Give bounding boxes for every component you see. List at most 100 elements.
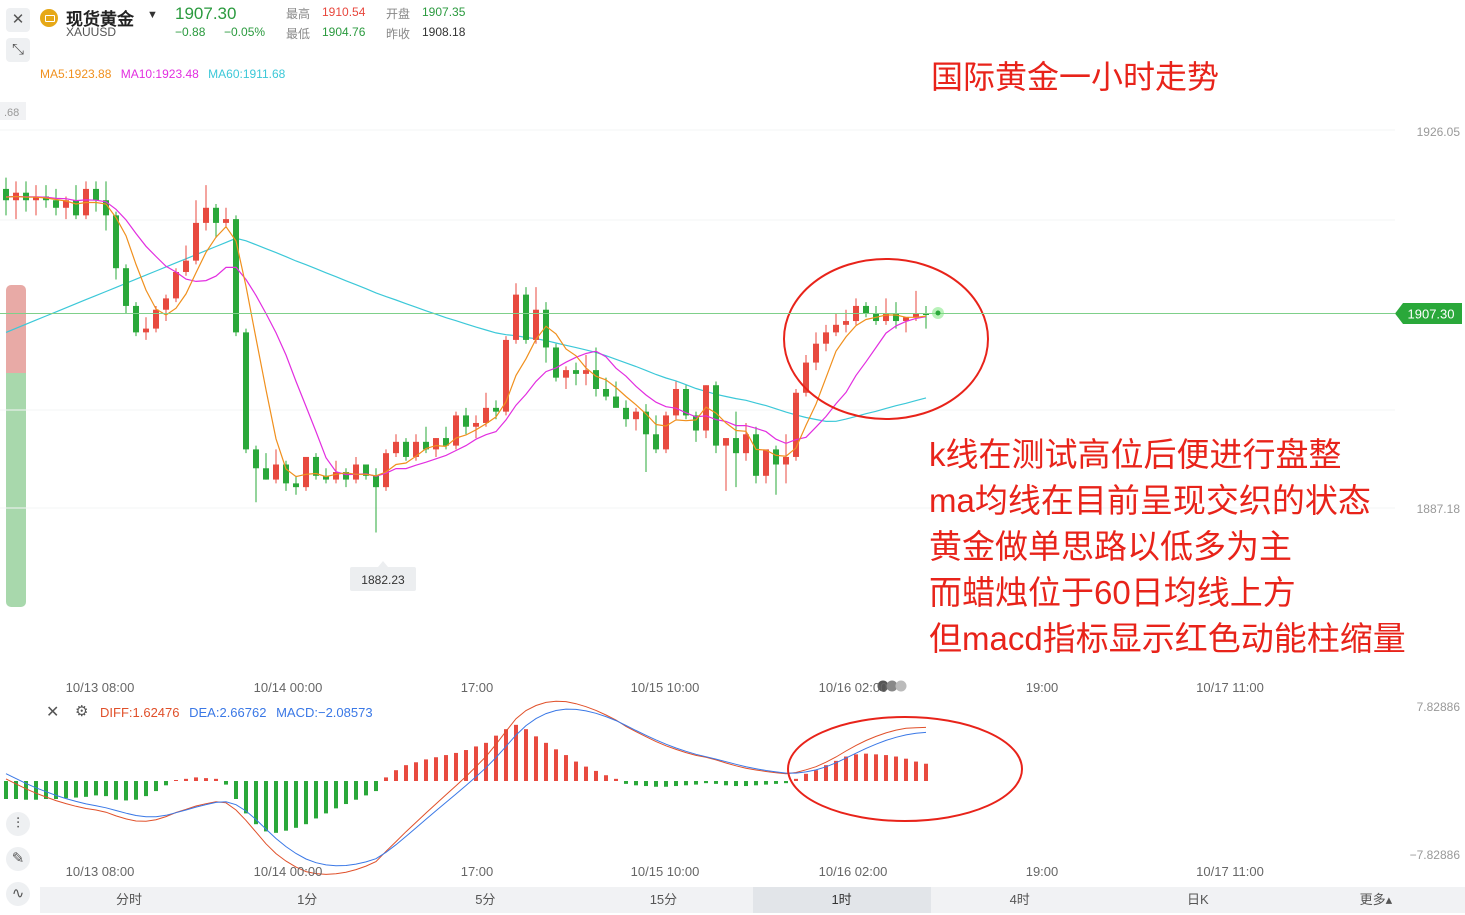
time-label-main: 10/15 10:00 [631, 680, 700, 695]
candle-body [373, 475, 379, 488]
time-label-macd: 17:00 [461, 864, 494, 879]
candle-body [583, 370, 589, 374]
macd-hist-bar [574, 761, 578, 781]
annotation-line-4: 而蜡烛位于60日均线上方 [929, 574, 1296, 611]
macd-hist-bar [164, 781, 168, 786]
macd-hist-bar [314, 781, 318, 819]
time-label-main: 10/14 00:00 [254, 680, 323, 695]
tab-1min[interactable]: 1分 [218, 887, 396, 913]
candle-body [403, 441, 409, 457]
macd-diff: DIFF:1.62476 [100, 705, 180, 720]
settings-icon[interactable]: ⚙ [75, 702, 88, 720]
macd-hist-bar [784, 781, 788, 784]
macd-hist-bar [874, 754, 878, 781]
macd-hist-bar [364, 781, 368, 796]
left-axis-partial: .68 [4, 107, 19, 119]
macd-hist-bar [674, 781, 678, 787]
macd-hist-bar [764, 781, 768, 785]
candle-body [153, 309, 159, 329]
macd-hist-bar [854, 754, 858, 781]
time-label-main: 10/17 11:00 [1196, 680, 1264, 695]
candle-body [603, 388, 609, 397]
candle-body [523, 294, 529, 340]
time-label-macd: 10/14 00:00 [254, 864, 323, 879]
macd-hist-bar [534, 736, 538, 781]
highlight-circle-price [783, 258, 989, 420]
macd-hist-bar [444, 755, 448, 781]
tab-5min[interactable]: 5分 [396, 887, 574, 913]
tab-more[interactable]: 更多▴ [1287, 887, 1465, 913]
macd-hist-bar [794, 778, 798, 781]
macd-hist-bar [554, 749, 558, 781]
tab-timeline[interactable]: 分时 [40, 887, 218, 913]
macd-hist-bar [884, 755, 888, 781]
macd-hist-bar [424, 759, 428, 781]
candles-icon[interactable]: ⫶ [6, 812, 30, 836]
macd-hist-bar [224, 781, 228, 785]
macd-legend: DIFF:1.62476 DEA:2.66762 MACD:−2.08573 [100, 705, 373, 720]
close-indicator-icon[interactable]: ✕ [46, 702, 59, 722]
tab-15min[interactable]: 15分 [574, 887, 752, 913]
macd-hist-bar [894, 756, 898, 781]
macd-hist-bar [734, 781, 738, 787]
annotation-line-5: 但macd指标显示红色动能柱缩量 [929, 620, 1406, 657]
candle-body [843, 321, 849, 325]
macd-hist-bar [324, 781, 328, 814]
macd-hist-bar [184, 778, 188, 781]
macd-axis-top: 7.82886 [1417, 700, 1461, 714]
macd-hist-bar [214, 778, 218, 781]
macd-hist-bar [144, 781, 148, 797]
time-label-macd: 10/17 11:00 [1196, 864, 1264, 879]
macd-hist-bar [124, 781, 128, 801]
low-marker-text: 1882.23 [361, 573, 405, 587]
macd-hist-bar [914, 761, 918, 781]
tab-1hour[interactable]: 1时 [752, 887, 931, 913]
candle-body [823, 332, 829, 344]
candle-body [113, 215, 119, 269]
macd-hist-bar [4, 781, 8, 799]
macd-dea: DEA:2.66762 [189, 705, 267, 720]
draw-pen-icon[interactable]: ✎ [6, 847, 30, 871]
macd-hist-bar [434, 757, 438, 781]
candle-body [473, 422, 479, 427]
macd-hist-bar [644, 781, 648, 787]
macd-hist-bar [34, 781, 38, 800]
macd-hist-bar [304, 781, 308, 825]
time-label-macd: 10/15 10:00 [631, 864, 700, 879]
scroll-dot-3[interactable] [895, 680, 907, 692]
tab-4hour[interactable]: 4时 [931, 887, 1109, 913]
candle-body [123, 268, 129, 306]
macd-hist-bar [704, 781, 708, 784]
macd-hist-bar [714, 781, 718, 784]
candle-body [513, 294, 519, 340]
macd-hist-bar [524, 729, 528, 781]
indicator-icon[interactable]: ∿ [6, 882, 30, 906]
macd-hist-bar [104, 781, 108, 797]
macd-hist-bar [484, 742, 488, 781]
candle-body [273, 464, 279, 480]
time-label-macd: 10/16 02:00 [819, 864, 888, 879]
candle-body [143, 328, 149, 333]
candle-body [563, 370, 569, 378]
candle-body [783, 456, 789, 465]
tab-daily[interactable]: 日K [1109, 887, 1287, 913]
macd-hist-bar [264, 781, 268, 832]
candle-body [163, 298, 169, 310]
macd-hist-bar [634, 781, 638, 786]
time-label-main: 10/13 08:00 [66, 680, 135, 695]
candle-body [593, 370, 599, 389]
candle-body [723, 438, 729, 446]
low-marker-pointer [378, 561, 388, 567]
candle-body [733, 438, 739, 454]
candle-body [253, 449, 259, 469]
ma5-line [5, 195, 927, 478]
macd-hist-bar [814, 770, 818, 781]
annotation-line-1: k线在测试高位后便进行盘整 [929, 436, 1342, 473]
macd-hist-bar [864, 753, 868, 781]
candle-body [863, 305, 869, 314]
macd-hist-bar [604, 775, 608, 781]
macd-hist-bar [564, 755, 568, 781]
candle-body [483, 407, 489, 423]
analysis-annotations: k线在测试高位后便进行盘整 ma均线在目前呈现交织的状态 黄金做单思路以低多为主… [929, 432, 1406, 662]
candle-body [223, 219, 229, 223]
